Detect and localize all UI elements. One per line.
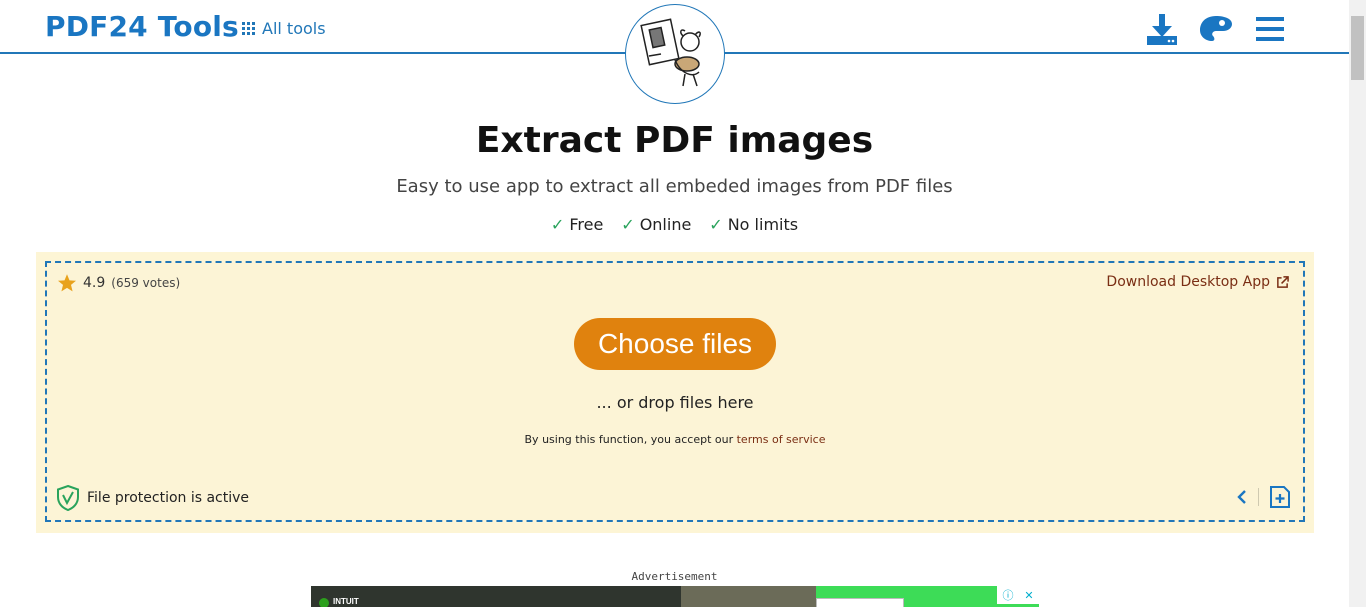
menu-icon[interactable]: [1253, 12, 1287, 46]
rating: 4.9 (659 votes): [57, 273, 180, 293]
ad-choices[interactable]: ⓘ ✕: [997, 586, 1039, 604]
ad-brand: INTUIT: [333, 597, 359, 606]
external-link-icon: [1277, 275, 1289, 288]
palette-icon[interactable]: [1199, 12, 1233, 46]
page-title: Extract PDF images: [475, 120, 874, 161]
choose-files-button[interactable]: Choose files: [574, 318, 776, 370]
ad-panel-left: INTUIT: [311, 586, 681, 607]
dropzone-toolbar: [1236, 485, 1291, 509]
page-subtitle: Easy to use app to extract all embeded i…: [396, 176, 953, 197]
ad-panel-middle: [681, 586, 816, 607]
file-dropzone[interactable]: 4.9 (659 votes) Download Desktop App Cho…: [45, 261, 1305, 522]
all-tools-label: All tools: [262, 19, 326, 38]
check-icon: ✓: [550, 215, 565, 234]
page-scrollbar[interactable]: [1349, 0, 1366, 607]
close-icon[interactable]: ✕: [1024, 589, 1033, 602]
terms-of-service-link[interactable]: terms of service: [737, 433, 826, 446]
mascot-logo: [625, 4, 725, 104]
chevron-left-icon[interactable]: [1236, 489, 1248, 505]
rating-value: 4.9: [83, 275, 106, 291]
download-desktop-app-link[interactable]: Download Desktop App: [1106, 274, 1289, 290]
site-logo[interactable]: PDF24 Tools: [45, 10, 239, 43]
star-icon: [58, 274, 76, 292]
check-icon: ✓: [709, 215, 723, 234]
all-tools-link[interactable]: All tools: [242, 19, 326, 38]
check-icon: ✓: [621, 215, 635, 234]
drop-hint: ... or drop files here: [596, 393, 754, 412]
advertisement-label: Advertisement: [631, 570, 718, 583]
add-file-icon[interactable]: [1269, 485, 1291, 509]
scrollbar-thumb[interactable]: [1351, 16, 1364, 80]
intuit-logo-icon: [319, 598, 329, 607]
header-actions: [1145, 12, 1287, 46]
feature-no-limits: ✓ No limits: [709, 215, 799, 234]
download-icon[interactable]: [1145, 12, 1179, 46]
file-protection-status: File protection is active: [57, 485, 249, 511]
grid-icon: [242, 22, 255, 35]
advertisement-banner[interactable]: INTUIT ⓘ ✕: [311, 586, 1039, 607]
rating-votes: (659 votes): [111, 276, 181, 290]
ad-card: [816, 598, 904, 607]
info-icon[interactable]: ⓘ: [1002, 587, 1013, 603]
terms-notice: By using this function, you accept our t…: [524, 433, 826, 446]
toolbar-divider: [1258, 488, 1259, 506]
shield-check-icon: [57, 485, 79, 511]
feature-list: ✓ Free ✓ Online ✓ No limits: [0, 215, 1349, 234]
feature-online: ✓ Online: [621, 215, 692, 234]
feature-free: ✓ Free: [550, 215, 604, 234]
ad-panel-right: ⓘ ✕: [816, 586, 1039, 607]
